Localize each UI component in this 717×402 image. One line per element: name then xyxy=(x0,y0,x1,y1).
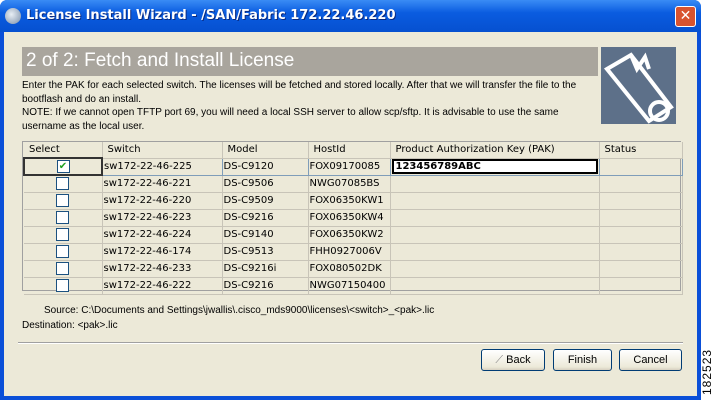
col-hostid[interactable]: HostId xyxy=(308,142,391,159)
source-path: Source: C:\Documents and Settings\jwalli… xyxy=(44,305,435,316)
switch-cell: sw172-22-46-223 xyxy=(102,209,223,227)
pak-cell[interactable] xyxy=(390,243,600,261)
figure-number: 182523 xyxy=(700,348,714,395)
instructions-text: Enter the PAK for each selected switch. … xyxy=(22,80,577,105)
select-cell[interactable] xyxy=(24,226,103,244)
hostid-cell: FOX06350KW2 xyxy=(308,226,391,244)
switch-cell: sw172-22-46-233 xyxy=(102,260,223,278)
back-label: Back xyxy=(506,354,531,366)
model-cell: DS-C9140 xyxy=(222,226,309,244)
select-cell[interactable] xyxy=(24,192,103,210)
switch-cell: sw172-22-46-221 xyxy=(102,175,223,193)
select-checkbox[interactable]: ✔ xyxy=(56,160,70,173)
title-bar[interactable]: License Install Wizard - /SAN/Fabric 172… xyxy=(0,0,701,32)
model-cell: DS-C9216 xyxy=(222,209,309,227)
hostid-cell: NWG07085BS xyxy=(308,175,391,193)
table-row[interactable]: sw172-22-46-233 DS-C9216i FOX080502DK xyxy=(24,260,683,278)
select-checkbox[interactable] xyxy=(56,228,70,241)
hostid-cell: FOX06350KW4 xyxy=(308,209,391,227)
hostid-cell: FOX09170085 xyxy=(307,157,391,176)
col-select[interactable]: Select xyxy=(24,142,103,159)
col-switch[interactable]: Switch xyxy=(102,142,223,159)
divider xyxy=(18,342,683,344)
select-checkbox[interactable] xyxy=(56,211,70,224)
select-cell[interactable] xyxy=(24,243,103,261)
table-row[interactable]: sw172-22-46-224 DS-C9140 FOX06350KW2 xyxy=(24,226,683,244)
app-icon xyxy=(5,8,21,24)
back-button[interactable]: ⟋ Back xyxy=(481,349,545,371)
pak-cell[interactable] xyxy=(390,175,600,193)
cancel-button[interactable]: Cancel xyxy=(619,349,682,371)
model-cell: DS-C9509 xyxy=(222,192,309,210)
status-cell xyxy=(599,175,683,193)
pak-cell[interactable] xyxy=(390,209,600,227)
pak-cell[interactable] xyxy=(390,226,600,244)
select-cell[interactable]: ✔ xyxy=(23,157,103,176)
pak-input[interactable]: 123456789ABC xyxy=(391,159,598,174)
model-cell: DS-C9506 xyxy=(222,175,309,193)
switch-cell: sw172-22-46-220 xyxy=(102,192,223,210)
finish-button[interactable]: Finish xyxy=(553,349,612,371)
back-arrow-icon: ⟋ xyxy=(495,354,507,366)
pak-cell[interactable] xyxy=(390,260,600,278)
wizard-body: 2 of 2: Fetch and Install License Enter … xyxy=(4,32,697,396)
select-cell[interactable] xyxy=(24,260,103,278)
col-pak[interactable]: Product Authorization Key (PAK) xyxy=(390,142,600,159)
table-row[interactable]: sw172-22-46-223 DS-C9216 FOX06350KW4 xyxy=(24,209,683,227)
status-cell xyxy=(598,157,683,176)
switch-cell: sw172-22-46-174 xyxy=(102,243,223,261)
close-button[interactable]: ✕ xyxy=(675,6,696,27)
switch-cell: sw172-22-46-224 xyxy=(102,226,223,244)
destination-path: Destination: <pak>.lic xyxy=(22,320,118,331)
select-checkbox[interactable] xyxy=(56,245,70,258)
hostid-cell: FOX06350KW1 xyxy=(308,192,391,210)
license-scroll-icon xyxy=(601,47,676,124)
pak-cell[interactable] xyxy=(390,277,600,295)
select-checkbox[interactable] xyxy=(56,177,70,191)
wizard-window: License Install Wizard - /SAN/Fabric 172… xyxy=(0,0,701,400)
status-cell xyxy=(599,260,683,278)
hostid-cell: NWG07150400 xyxy=(308,277,391,295)
switch-cell: sw172-22-46-225 xyxy=(101,157,223,176)
instructions: Enter the PAK for each selected switch. … xyxy=(22,79,597,133)
model-cell: DS-C9120 xyxy=(221,157,309,176)
col-model[interactable]: Model xyxy=(222,142,309,159)
select-checkbox[interactable] xyxy=(56,262,70,275)
hostid-cell: FOX080502DK xyxy=(308,260,391,278)
pak-cell[interactable]: 123456789ABC xyxy=(389,157,600,176)
step-title: 2 of 2: Fetch and Install License xyxy=(22,47,598,76)
select-checkbox[interactable] xyxy=(56,279,70,292)
hostid-cell: FHH0927006V xyxy=(308,243,391,261)
table-row[interactable]: sw172-22-46-220 DS-C9509 FOX06350KW1 xyxy=(24,192,683,210)
select-checkbox[interactable] xyxy=(56,194,70,207)
select-cell[interactable] xyxy=(24,277,103,295)
table-row[interactable]: sw172-22-46-222 DS-C9216 NWG07150400 xyxy=(24,277,683,295)
switch-cell: sw172-22-46-222 xyxy=(102,277,223,295)
pak-cell[interactable] xyxy=(390,192,600,210)
switch-table: Select Switch Model HostId Product Autho… xyxy=(22,141,683,295)
select-cell[interactable] xyxy=(24,209,103,227)
model-cell: DS-C9513 xyxy=(222,243,309,261)
select-cell[interactable] xyxy=(24,175,103,193)
status-cell xyxy=(599,192,683,210)
table-row[interactable]: sw172-22-46-221 DS-C9506 NWG07085BS xyxy=(24,175,683,193)
status-cell xyxy=(599,226,683,244)
note-text: NOTE: If we cannot open TFTP port 69, yo… xyxy=(22,107,559,132)
table-row[interactable]: sw172-22-46-174 DS-C9513 FHH0927006V xyxy=(24,243,683,261)
status-cell xyxy=(599,277,683,295)
col-status[interactable]: Status xyxy=(599,142,683,159)
status-cell xyxy=(599,209,683,227)
window-title: License Install Wizard - /SAN/Fabric 172… xyxy=(26,8,396,23)
model-cell: DS-C9216 xyxy=(222,277,309,295)
status-cell xyxy=(599,243,683,261)
model-cell: DS-C9216i xyxy=(222,260,309,278)
table-row[interactable]: ✔ sw172-22-46-225 DS-C9120 FOX09170085 1… xyxy=(23,157,683,176)
